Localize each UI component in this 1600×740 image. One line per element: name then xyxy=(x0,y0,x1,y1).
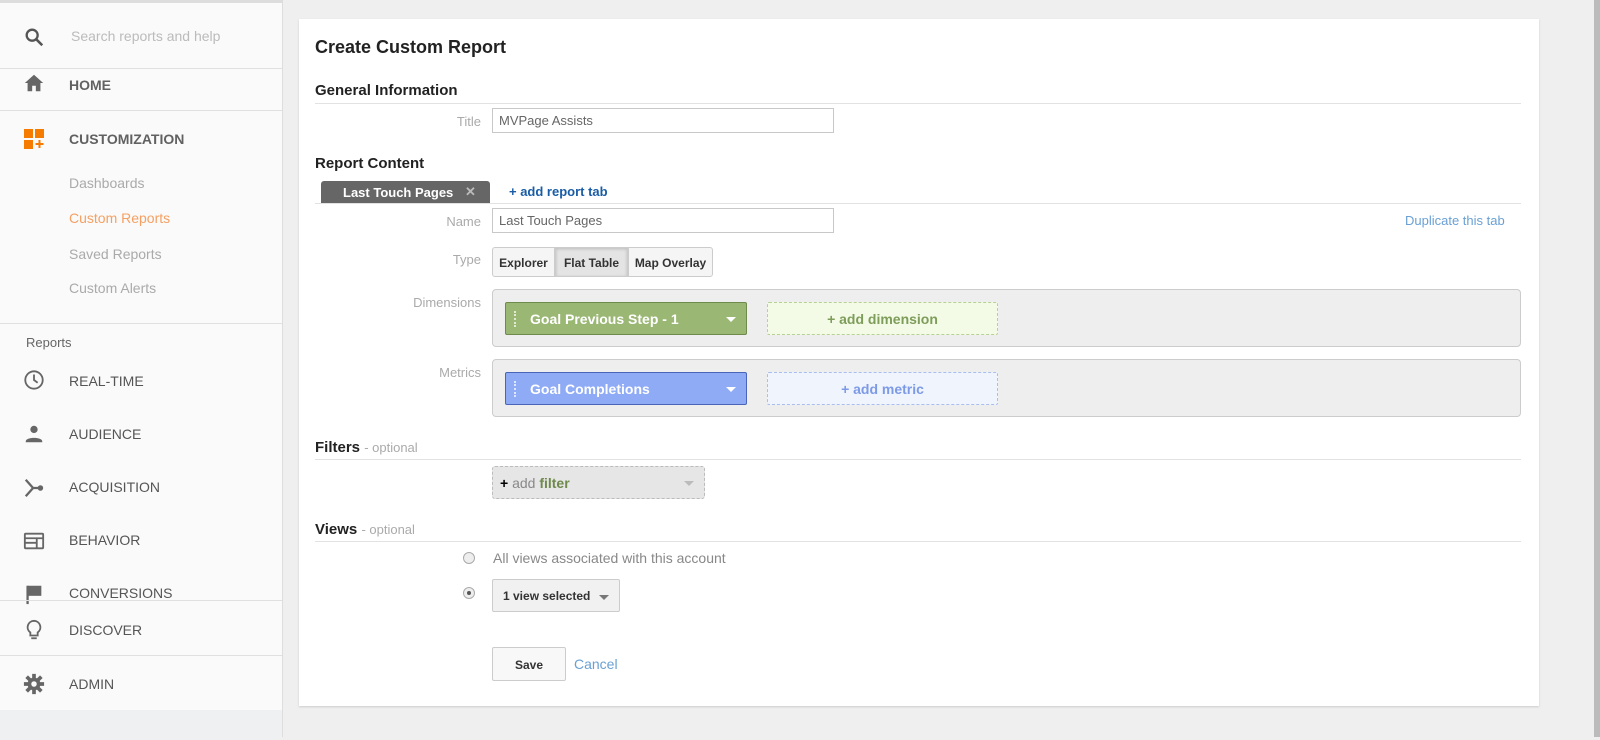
sidebar: Search reports and help HOME CUSTOMIZATI… xyxy=(0,0,283,740)
general-info-heading: General Information xyxy=(315,82,458,99)
chevron-down-icon[interactable] xyxy=(726,317,736,322)
behavior-icon xyxy=(23,532,45,550)
home-icon xyxy=(24,74,44,92)
all-views-label: All views associated with this account xyxy=(493,550,726,566)
metric-goal-completions[interactable]: Goal Completions xyxy=(505,372,747,405)
type-label: Type xyxy=(452,252,481,267)
sidebar-item-saved-reports[interactable]: Saved Reports xyxy=(69,246,162,262)
nav-acquisition[interactable]: ACQUISITION xyxy=(69,479,160,495)
scrollbar[interactable] xyxy=(1594,0,1600,737)
flag-icon xyxy=(26,585,42,605)
clock-icon xyxy=(24,370,44,390)
tab-label: Last Touch Pages xyxy=(343,185,454,200)
radio-selected-views[interactable] xyxy=(463,587,475,599)
nav-discover[interactable]: DISCOVER xyxy=(69,622,142,638)
nav-home[interactable]: HOME xyxy=(69,77,111,93)
views-select[interactable]: 1 view selected xyxy=(492,579,620,612)
nav-conversions[interactable]: CONVERSIONS xyxy=(69,585,172,601)
type-flat-table-button[interactable]: Flat Table xyxy=(555,247,628,277)
add-report-tab-link[interactable]: + add report tab xyxy=(509,184,608,199)
dimension-label: Goal Previous Step - 1 xyxy=(530,311,679,327)
dimension-goal-previous-step[interactable]: Goal Previous Step - 1 xyxy=(505,302,747,335)
metrics-label: Metrics xyxy=(439,365,481,380)
metrics-box: Goal Completions + add metric xyxy=(492,359,1521,417)
title-input[interactable]: MVPage Assists xyxy=(492,108,834,133)
create-custom-report-card: Create Custom Report General Information… xyxy=(299,19,1539,706)
reports-heading: Reports xyxy=(26,335,72,350)
sidebar-item-custom-alerts[interactable]: Custom Alerts xyxy=(69,280,156,296)
lightbulb-icon xyxy=(26,619,42,640)
nav-behavior[interactable]: BEHAVIOR xyxy=(69,532,140,548)
sidebar-item-dashboards[interactable]: Dashboards xyxy=(69,175,145,191)
title-label: Title xyxy=(456,114,481,129)
close-icon[interactable]: ✕ xyxy=(465,184,476,200)
radio-all-views[interactable] xyxy=(463,552,475,564)
page-title: Create Custom Report xyxy=(315,37,507,57)
type-explorer-button[interactable]: Explorer xyxy=(492,247,555,277)
nav-audience[interactable]: AUDIENCE xyxy=(69,426,141,442)
name-input[interactable]: Last Touch Pages xyxy=(492,208,834,233)
dimensions-box: Goal Previous Step - 1 + add dimension xyxy=(492,289,1521,347)
add-metric-button[interactable]: + add metric xyxy=(767,372,998,405)
nav-real-time[interactable]: REAL-TIME xyxy=(69,373,144,389)
report-content-heading: Report Content xyxy=(315,155,425,172)
search-input[interactable]: Search reports and help xyxy=(71,28,220,44)
filters-heading: Filters - optional xyxy=(315,439,418,456)
gear-icon xyxy=(23,673,45,695)
views-select-value: 1 view selected xyxy=(503,589,591,603)
add-filter-button[interactable]: + add filter xyxy=(492,466,705,499)
sidebar-item-custom-reports[interactable]: Custom Reports xyxy=(69,210,170,226)
acquisition-icon xyxy=(24,478,44,498)
add-dimension-button[interactable]: + add dimension xyxy=(767,302,998,335)
metric-label: Goal Completions xyxy=(530,381,650,397)
dimensions-label: Dimensions xyxy=(413,295,481,310)
chevron-down-icon xyxy=(599,595,609,600)
name-label: Name xyxy=(446,214,481,229)
duplicate-tab-link[interactable]: Duplicate this tab xyxy=(1405,213,1505,228)
customization-icon xyxy=(24,129,44,149)
drag-handle-icon[interactable] xyxy=(514,311,518,327)
cancel-link[interactable]: Cancel xyxy=(574,656,618,672)
views-heading: Views - optional xyxy=(315,521,415,538)
person-icon xyxy=(25,425,43,443)
nav-customization[interactable]: CUSTOMIZATION xyxy=(69,131,184,147)
save-button[interactable]: Save xyxy=(492,647,566,681)
search-icon[interactable] xyxy=(23,26,45,48)
type-map-overlay-button[interactable]: Map Overlay xyxy=(628,247,713,277)
drag-handle-icon[interactable] xyxy=(514,381,518,397)
chevron-down-icon[interactable] xyxy=(726,387,736,392)
chevron-down-icon xyxy=(684,481,694,486)
nav-admin[interactable]: ADMIN xyxy=(69,676,114,692)
report-tab-last-touch-pages[interactable]: Last Touch Pages ✕ xyxy=(321,181,490,204)
